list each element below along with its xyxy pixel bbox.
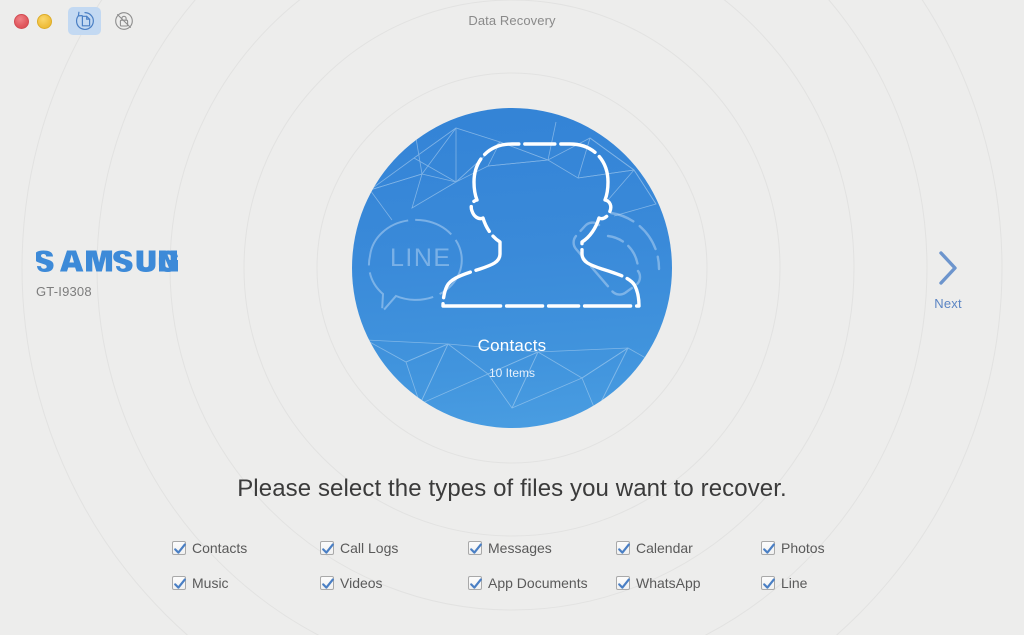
filetype-label: Videos xyxy=(340,574,383,591)
filetype-label: App Documents xyxy=(488,574,588,591)
checkbox-box[interactable] xyxy=(616,575,630,590)
filetype-label: Photos xyxy=(781,539,825,556)
hero-circle: LINE Contacts 10 Items xyxy=(352,108,672,428)
file-type-hero: LINE Contacts 10 Items xyxy=(352,108,672,428)
contact-person-icon xyxy=(441,142,641,308)
checkbox-box[interactable] xyxy=(172,540,186,555)
device-info-panel: GT-I9308 xyxy=(34,248,178,299)
page-title: Please select the types of files you wan… xyxy=(237,475,787,502)
filetype-checkbox-app-documents[interactable]: App Documents xyxy=(468,565,616,600)
checkbox-box[interactable] xyxy=(468,575,482,590)
filetype-checkbox-contacts[interactable]: Contacts xyxy=(172,530,320,565)
checkbox-box[interactable] xyxy=(320,575,334,590)
checkmark-icon xyxy=(174,543,186,554)
hero-file-type-label: Contacts xyxy=(477,336,547,355)
samsung-wordmark xyxy=(34,250,178,272)
device-model-label: GT-I9308 xyxy=(36,284,92,299)
filetype-checkbox-messages[interactable]: Messages xyxy=(468,530,616,565)
checkbox-box[interactable] xyxy=(761,575,775,590)
filetype-label: Call Logs xyxy=(340,539,399,556)
checkmark-icon xyxy=(470,578,482,589)
checkmark-icon xyxy=(763,543,775,554)
filetype-checkbox-line[interactable]: Line xyxy=(761,565,871,600)
checkbox-box[interactable] xyxy=(320,540,334,555)
checkmark-icon xyxy=(763,578,775,589)
checkmark-icon xyxy=(322,578,334,589)
next-button-label: Next xyxy=(934,296,962,311)
device-brand-logo xyxy=(34,248,178,274)
filetype-checkbox-photos[interactable]: Photos xyxy=(761,530,871,565)
checkbox-box[interactable] xyxy=(468,540,482,555)
hero-icon-group: LINE xyxy=(367,142,661,315)
filetype-checkbox-call-logs[interactable]: Call Logs xyxy=(320,530,468,565)
filetype-checkbox-whatsapp[interactable]: WhatsApp xyxy=(616,565,761,600)
filetype-label: Calendar xyxy=(636,539,693,556)
filetype-label: Line xyxy=(781,574,808,591)
data-recovery-window: Data Recovery GT-I9308 LINE Contacts 10 … xyxy=(0,0,1024,635)
line-bubble-icon: LINE xyxy=(367,218,463,315)
filetype-checkbox-calendar[interactable]: Calendar xyxy=(616,530,761,565)
filetype-checkbox-music[interactable]: Music xyxy=(172,565,320,600)
phone-handset-icon xyxy=(572,211,661,296)
filetype-label: Messages xyxy=(488,539,552,556)
svg-text:LINE: LINE xyxy=(390,244,452,272)
checkmark-icon xyxy=(618,578,630,589)
checkbox-box[interactable] xyxy=(616,540,630,555)
filetype-checkbox-videos[interactable]: Videos xyxy=(320,565,468,600)
next-button[interactable]: Next xyxy=(912,248,984,311)
hero-item-count: 10 Items xyxy=(488,366,536,380)
file-type-checkbox-grid: Contacts Call Logs Messages Calendar Photos M… xyxy=(172,530,852,600)
chevron-right-icon xyxy=(939,251,957,285)
checkmark-icon xyxy=(322,543,334,554)
window-title: Data Recovery xyxy=(468,13,556,28)
filetype-label: WhatsApp xyxy=(636,574,701,591)
filetype-label: Contacts xyxy=(192,539,248,556)
checkbox-box[interactable] xyxy=(761,540,775,555)
checkmark-icon xyxy=(618,543,630,554)
checkbox-box[interactable] xyxy=(172,575,186,590)
title-bar: Data Recovery xyxy=(0,0,1024,44)
filetype-label: Music xyxy=(192,574,229,591)
checkmark-icon xyxy=(174,578,186,589)
checkmark-icon xyxy=(470,543,482,554)
